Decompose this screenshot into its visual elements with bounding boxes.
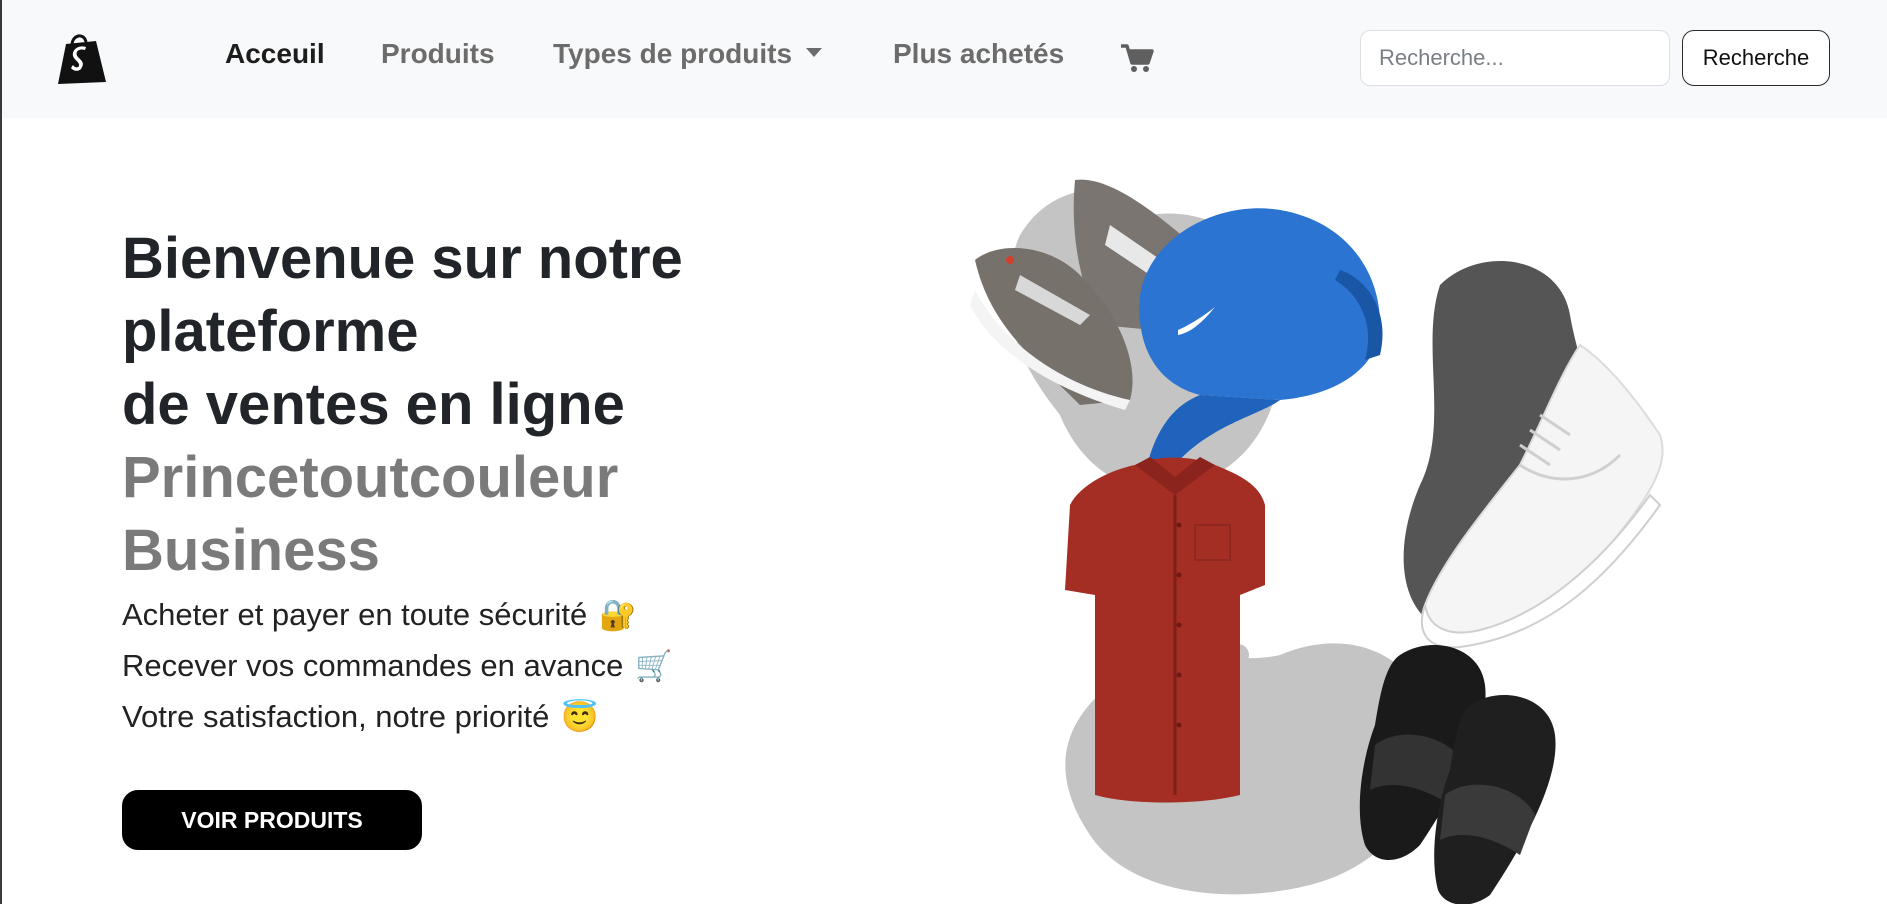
slides-icon (1359, 645, 1556, 904)
search-input[interactable] (1360, 30, 1670, 86)
feature-text: Recever vos commandes en avance (122, 648, 624, 683)
cart-icon[interactable] (1120, 43, 1154, 73)
smiling-halo-icon: 😇 (561, 701, 599, 734)
hero-title-line: Bienvenue sur notre (122, 226, 683, 291)
nav-link-types-label: Types de produits (553, 38, 793, 69)
feature-list: Acheter et payer en toute sécurité 🔐 Rece… (122, 590, 673, 743)
shopify-bag-icon[interactable] (52, 30, 112, 86)
shopping-cart-icon: 🛒 (635, 650, 673, 683)
shirt-icon (1065, 457, 1265, 803)
see-products-button[interactable]: VOIR PRODUITS (122, 790, 422, 850)
hero-title: Bienvenue sur notre plateforme de ventes… (122, 222, 742, 587)
navbar: Acceuil Produits Types de produits Plus … (2, 0, 1887, 118)
feature-item: Recever vos commandes en avance 🛒 (122, 641, 673, 692)
nav-link-plus-achetes[interactable]: Plus achetés (893, 38, 1064, 70)
hero-title-line: de ventes en ligne (122, 372, 625, 437)
brand-name-line: Business (122, 518, 380, 583)
feature-item: Acheter et payer en toute sécurité 🔐 (122, 590, 673, 641)
feature-item: Votre satisfaction, notre priorité 😇 (122, 692, 673, 743)
feature-text: Acheter et payer en toute sécurité (122, 597, 588, 632)
search-button[interactable]: Recherche (1682, 30, 1830, 86)
chevron-down-icon (806, 48, 823, 57)
feature-text: Votre satisfaction, notre priorité (122, 699, 550, 734)
cap-icon (1139, 208, 1383, 474)
window-edge (0, 0, 2, 904)
brand-name-line: Princetoutcouleur (122, 445, 619, 510)
lock-icon: 🔐 (599, 599, 637, 632)
nav-link-types-de-produits[interactable]: Types de produits (553, 38, 823, 70)
nav-link-produits[interactable]: Produits (381, 38, 495, 70)
products-illustration (970, 179, 1664, 904)
hero-title-line: plateforme (122, 299, 419, 364)
nav-link-acceuil[interactable]: Acceuil (225, 38, 325, 70)
